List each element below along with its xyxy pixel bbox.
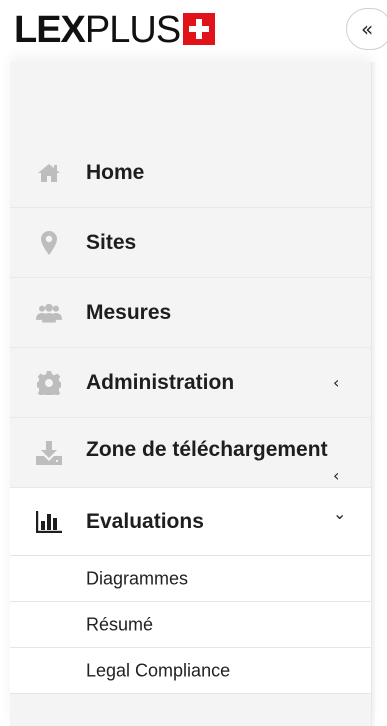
sidebar-item-home[interactable]: Home (10, 138, 371, 208)
swiss-cross-icon (183, 13, 216, 45)
sidebar-item-zone-de-telechargement[interactable]: Zone de téléchargement ‹ (10, 418, 371, 488)
sidebar-item-label: Administration (86, 370, 235, 394)
sidebar-item-evaluations[interactable]: Evaluations ⌄ (10, 488, 371, 556)
bar-chart-icon (36, 510, 62, 534)
collapse-sidebar-button[interactable]: « (346, 8, 387, 50)
sidebar-item-label: Sites (86, 230, 137, 254)
submenu-item-label: Legal Compliance (86, 660, 231, 680)
sidebar-item-label: Mesures (86, 300, 172, 324)
content-divider (371, 62, 375, 726)
download-icon (36, 440, 62, 465)
sidebar-item-administration[interactable]: Administration ‹ (10, 348, 371, 418)
home-icon (36, 161, 62, 185)
users-icon (36, 301, 62, 325)
sidebar-item-label: Home (86, 160, 145, 184)
logo-text: LEXPLUS (14, 9, 181, 51)
logo-text-bold: LEX (14, 9, 86, 51)
chevron-left-icon: ‹ (333, 466, 340, 485)
submenu-item-diagrammes[interactable]: Diagrammes (10, 556, 371, 602)
sidebar: Home Sites Mesures Administration ‹ Zone… (10, 62, 371, 726)
header: LEXPLUS « (0, 0, 387, 62)
map-marker-icon (36, 230, 62, 255)
gear-icon (36, 370, 62, 395)
sidebar-item-sites[interactable]: Sites (10, 208, 371, 278)
submenu-item-label: Diagrammes (86, 568, 189, 588)
sidebar-menu: Home Sites Mesures Administration ‹ Zone… (10, 138, 371, 694)
submenu-item-legal-compliance[interactable]: Legal Compliance (10, 648, 371, 694)
lexplus-logo[interactable]: LEXPLUS (14, 8, 216, 52)
logo-text-regular: PLUS (84, 9, 181, 51)
submenu-item-resume[interactable]: Résumé (10, 602, 371, 648)
sidebar-item-label: Zone de téléchargement (86, 438, 328, 461)
sidebar-item-mesures[interactable]: Mesures (10, 278, 371, 348)
evaluations-submenu: Diagrammes Résumé Legal Compliance (10, 556, 371, 694)
submenu-item-label: Résumé (86, 614, 154, 634)
chevron-left-icon: ‹ (333, 373, 340, 392)
sidebar-item-label: Evaluations (86, 509, 204, 533)
chevron-down-icon: ⌄ (333, 504, 347, 523)
